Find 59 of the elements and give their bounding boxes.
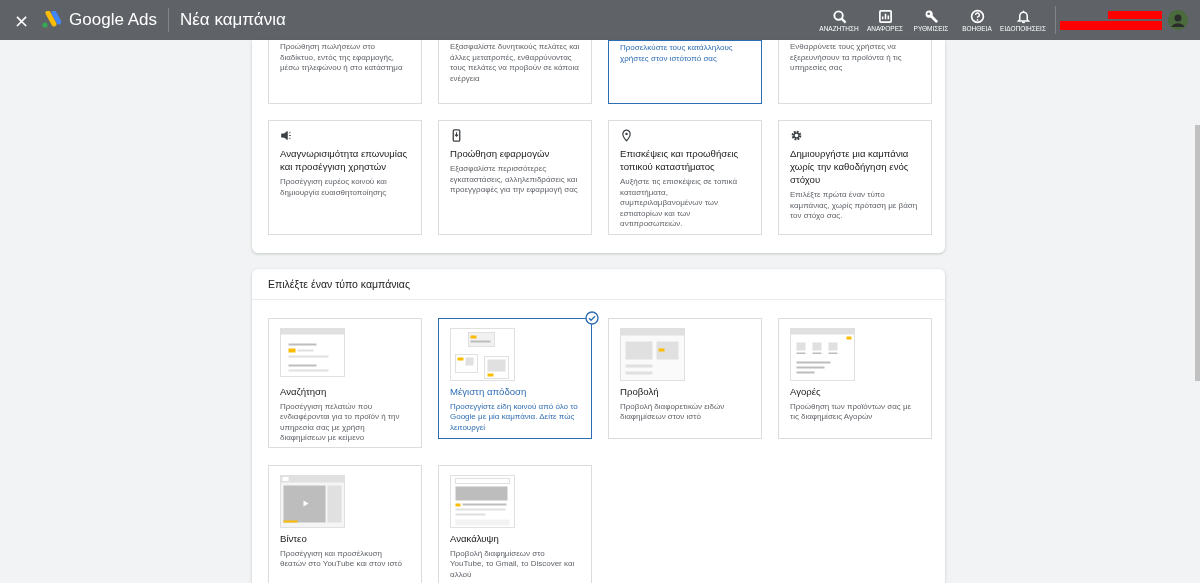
campaign-type-description: Προσεγγίστε είδη κοινού από όλο το Google με μία καμπάνια. Δείτε πώς λειτουργεί [450, 401, 579, 433]
campaign-type-title: Μέγιστη απόδοση [450, 384, 528, 398]
goal-card[interactable]: Προώθηση εφαρμογών Εξασφαλίστε περισσότερες εγκαταστάσεις, αλληλεπιδράσεις και προεγγραφές για την εφαρμογή σας [438, 120, 592, 235]
campaign-type-title: Ανακάλυψη [450, 531, 500, 545]
bar-chart-icon [877, 8, 893, 24]
close-button[interactable]: × [14, 9, 30, 31]
ad-layout-drawing [790, 327, 855, 381]
campaign-type-description: Προβολή διαφορετικών ειδών διαφημίσεων στον ιστό [620, 401, 726, 423]
goal-description: Εξασφαλίστε περισσότερες εγκαταστάσεις, αλληλεπιδράσεις και προεγγραφές για την εφαρμογή σας [450, 164, 579, 196]
goal-card[interactable]: Εξασφαλίστε δυνητικούς πελάτες και άλλες μετατροπές, ενθαρρύνοντας τους πελάτες να προβούν σε κάποια ενέργεια [438, 40, 592, 104]
check-icon [585, 310, 599, 325]
ad-layout-drawing [280, 474, 345, 528]
ad-layout-drawing [620, 327, 685, 381]
avatar-icon[interactable] [1168, 10, 1188, 30]
goal-title: Προώθηση εφαρμογών [450, 147, 551, 160]
product-name: Google Ads [69, 10, 157, 30]
campaign-type-title: Προβολή [620, 384, 660, 398]
campaign-type-card[interactable]: Ανακάλυψη Προβολή διαφημίσεων στο YouTube, το Gmail, το Discover και αλλού [438, 464, 592, 583]
gear-icon [790, 129, 803, 142]
goal-description: Εξασφαλίστε δυνητικούς πελάτες και άλλες μετατροπές, ενθαρρύνοντας τους πελάτες να προβούν σε κάποια ενέργεια [450, 42, 580, 84]
phone-download-icon [450, 129, 463, 142]
campaign-type-title: Βίντεο [280, 531, 308, 545]
help-icon [969, 8, 985, 24]
ad-layout-drawing [450, 327, 515, 381]
goal-card[interactable]: Προσελκύστε τους κατάλληλους χρήστες στον ιστότοπό σας [608, 40, 762, 104]
page-title: Νέα καμπάνια [180, 10, 286, 30]
goal-card[interactable]: Δημιουργήστε μια καμπάνια χωρίς την καθοδήγηση ενός στόχου Επιλέξτε πρώτα έναν τύπο καμπάνιας, χωρίς πρόταση με βάση τον στόχο σας. [778, 120, 932, 235]
goal-description: Ενθαρρύνετε τους χρήστες να εξερευνήσουν τα προϊόντα ή τις υπηρεσίες σας [790, 42, 903, 74]
campaign-type-description: Προώθηση των προϊόντων σας με τις διαφημίσεις Αγορών [790, 401, 913, 423]
goal-title: Αναγνωρισιμότητα επωνυμίας και προσέγγιση χρηστών [280, 147, 409, 173]
wrench-icon [923, 8, 939, 24]
megaphone-icon [280, 129, 293, 142]
goal-description: Επιλέξτε πρώτα έναν τύπο καμπάνιας, χωρίς πρόταση με βάση τον στόχο σας. [790, 190, 919, 222]
goal-description: Αυξήστε τις επισκέψεις σε τοπικά καταστήματα, συμπεριλαμβανομένων των εστιατορίων και των αντιπροσωπειών. [620, 177, 739, 230]
campaign-type-card[interactable]: Προβολή Προβολή διαφορετικών ειδών διαφημίσεων στον ιστό [608, 317, 762, 439]
campaign-type-card[interactable]: Μέγιστη απόδοση Προσεγγίστε είδη κοινού από όλο το Google με μία καμπάνια. Δείτε πώς λειτουργεί [438, 317, 592, 439]
campaign-type-card[interactable]: Αγορές Προώθηση των προϊόντων σας με τις διαφημίσεις Αγορών [778, 317, 932, 439]
campaign-type-title: Αναζήτηση [280, 384, 328, 398]
goal-description: Προώθηση πωλήσεων στο διαδίκτυο, εντός της εφαρμογής, μέσω τηλεφώνου ή στο κατάστημα [280, 42, 404, 74]
section-heading: Επιλέξτε έναν τύπο καμπάνιας [252, 268, 945, 300]
campaign-type-card[interactable]: Αναζήτηση Προσέγγιση πελατών που ενδιαφέρονται για το προϊόν ή την υπηρεσία σας με χρήση διαφημίσεων με κείμενο [268, 317, 422, 448]
goal-card[interactable]: Προώθηση πωλήσεων στο διαδίκτυο, εντός της εφαρμογής, μέσω τηλεφώνου ή στο κατάστημα [268, 40, 422, 104]
campaign-type-card[interactable]: Βίντεο Προσέγγιση και προσέλκυση θεατών στο YouTube και στον ιστό [268, 464, 422, 583]
goal-title: Επισκέψεις και προωθήσεις τοπικού καταστήματος [620, 147, 740, 173]
search-icon [831, 8, 847, 24]
bell-icon [1015, 8, 1031, 24]
goal-card[interactable]: Επισκέψεις και προωθήσεις τοπικού καταστήματος Αυξήστε τις επισκέψεις σε τοπικά καταστήματα, συμπεριλαμβανομένων των εστιατορίων και των αντιπροσωπειών. [608, 120, 762, 235]
campaign-type-description: Προσέγγιση και προσέλκυση θεατών στο YouTube και στον ιστό [280, 548, 403, 570]
goal-description: Προσέγγιση ευρέος κοινού και δημιουργία ευαισθητοποίησης [280, 177, 388, 198]
campaign-type-description: Προσέγγιση πελατών που ενδιαφέρονται για το προϊόν ή την υπηρεσία σας με χρήση διαφημίσεων με κείμενο [280, 401, 401, 444]
campaign-type-title: Αγορές [790, 384, 822, 398]
goal-title: Δημιουργήστε μια καμπάνια χωρίς την καθοδήγηση ενός στόχου [790, 147, 910, 186]
goal-card[interactable]: Αναγνωρισιμότητα επωνυμίας και προσέγγιση χρηστών Προσέγγιση ευρέος κοινού και δημιουργία ευαισθητοποίησης [268, 120, 422, 235]
campaign-type-description: Προβολή διαφημίσεων στο YouTube, το Gmail, το Discover και αλλού [450, 548, 576, 580]
ad-layout-drawing [450, 474, 515, 528]
location-pin-icon [620, 129, 633, 142]
goal-description: Προσελκύστε τους κατάλληλους χρήστες στον ιστότοπό σας [620, 43, 734, 64]
logo-icon [41, 11, 62, 29]
goal-card[interactable]: Ενθαρρύνετε τους χρήστες να εξερευνήσουν τα προϊόντα ή τις υπηρεσίες σας [778, 40, 932, 104]
